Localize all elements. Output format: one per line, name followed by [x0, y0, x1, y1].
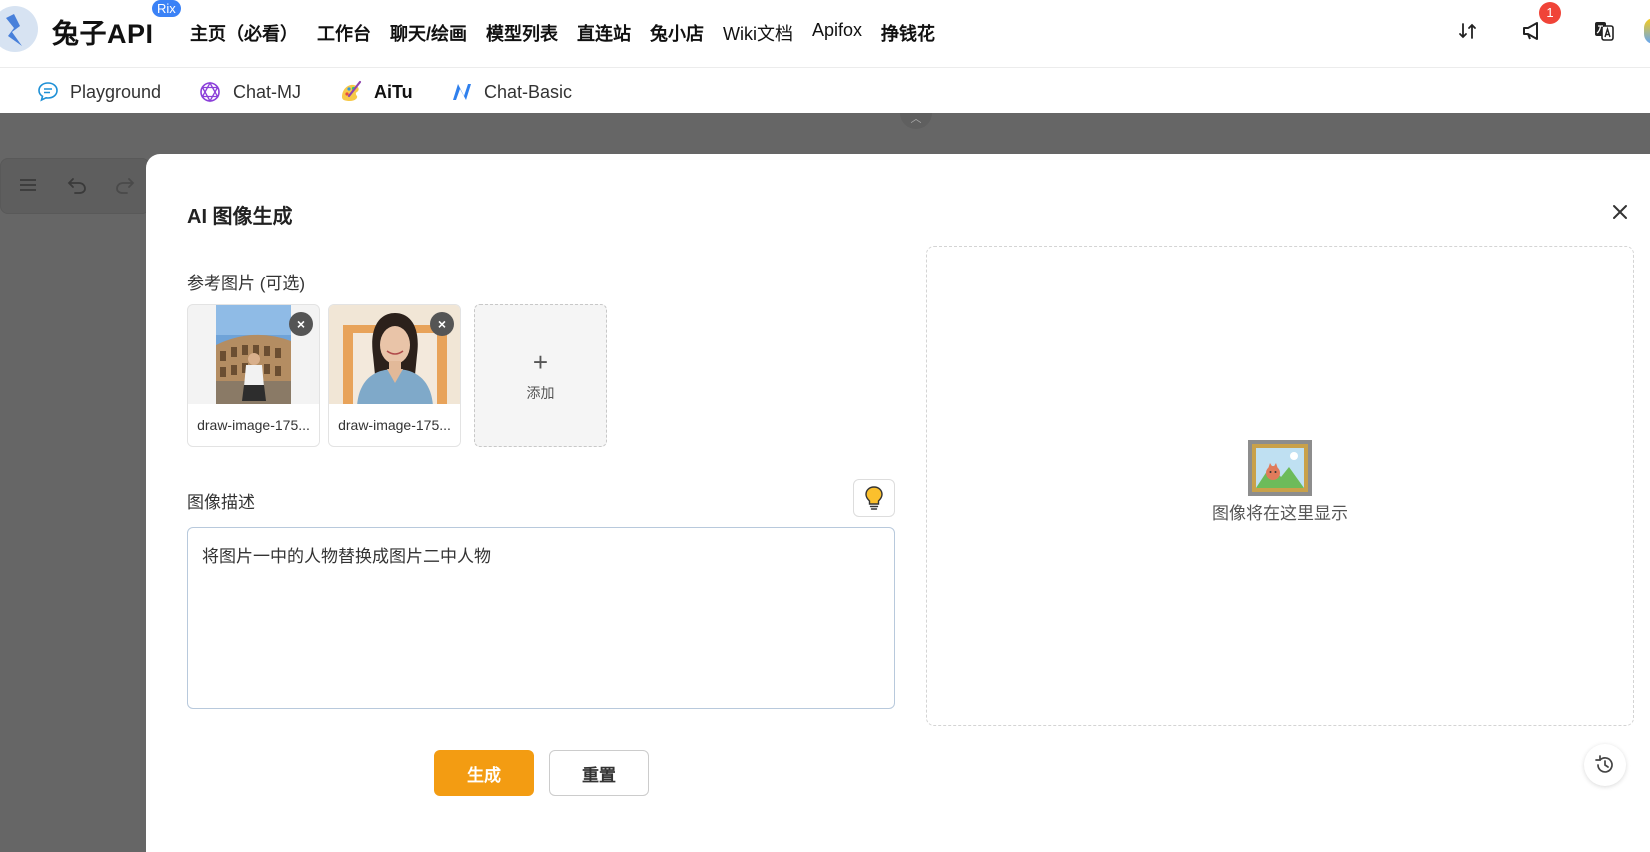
nav-model-list[interactable]: 模型列表 — [486, 20, 558, 46]
nav-home[interactable]: 主页（必看） — [190, 20, 298, 46]
nav-workbench[interactable]: 工作台 — [317, 20, 371, 46]
tab-chat-mj-label: Chat-MJ — [233, 81, 302, 102]
nav-apifox[interactable]: Apifox — [812, 20, 862, 46]
tab-aitu[interactable]: AiTu — [332, 74, 419, 116]
remove-reference-1-button[interactable]: × — [289, 312, 313, 336]
close-icon[interactable] — [1606, 198, 1634, 226]
colosseum-photo — [216, 305, 291, 406]
main-nav: 主页（必看） 工作台 聊天/绘画 模型列表 直连站 兔小店 Wiki文档 Api… — [190, 20, 954, 46]
remove-reference-2-button[interactable]: × — [430, 312, 454, 336]
notification-badge: 1 — [1539, 2, 1561, 24]
canvas-toolbar — [0, 158, 150, 214]
tab-chat-mj[interactable]: Chat-MJ — [197, 74, 301, 110]
prompt-tips-button[interactable] — [853, 479, 895, 517]
plus-icon: + — [532, 346, 549, 377]
history-icon[interactable] — [1584, 744, 1626, 786]
add-label: 添加 — [526, 384, 555, 401]
picture-frame-icon — [1247, 439, 1313, 497]
paint-palette-icon — [342, 80, 362, 101]
nav-earn[interactable]: 挣钱花 — [881, 20, 935, 46]
redo-icon[interactable] — [113, 173, 141, 201]
reset-button[interactable]: 重置 — [549, 750, 649, 796]
reference-1-caption: draw-image-175... — [188, 404, 319, 446]
brand-badge: Rix — [152, 0, 181, 17]
tab-playground-label: Playground — [70, 81, 162, 102]
reference-2-caption: draw-image-175... — [329, 404, 460, 446]
undo-icon[interactable] — [65, 173, 93, 201]
nav-wiki[interactable]: Wiki文档 — [723, 20, 793, 46]
lightbulb-icon — [865, 486, 883, 510]
image-preview-area: 图像将在这里显示 — [926, 246, 1634, 726]
prompt-input[interactable]: 将图片一中的人物替换成图片二中人物 — [187, 527, 895, 709]
translate-icon[interactable] — [1589, 16, 1619, 46]
rabbit-logo-icon[interactable] — [0, 6, 38, 52]
n-logo-icon — [453, 84, 471, 100]
app-tabs: Playground Chat-MJ AiTu Chat-Basic — [0, 68, 1650, 116]
nav-shop[interactable]: 兔小店 — [650, 20, 704, 46]
reference-image-2[interactable]: × draw-image-175... — [328, 304, 461, 447]
add-reference-button[interactable]: + 添加 — [474, 304, 607, 447]
nav-direct-site[interactable]: 直连站 — [577, 20, 631, 46]
generate-button[interactable]: 生成 — [434, 750, 534, 796]
tab-chat-basic-label: Chat-Basic — [484, 81, 573, 102]
menu-icon[interactable] — [16, 173, 44, 201]
description-label: 图像描述 — [187, 493, 255, 512]
reference-image-1[interactable]: × draw-image-175... — [187, 304, 320, 447]
modal-title: AI 图像生成 — [187, 206, 293, 228]
tab-playground[interactable]: Playground — [36, 74, 161, 110]
ai-image-modal: AI 图像生成 参考图片 (可选) × draw-image-175... × … — [146, 154, 1650, 852]
brand-name[interactable]: 兔子API — [52, 12, 154, 51]
swap-icon[interactable] — [1453, 16, 1483, 46]
chat-bubble-icon — [38, 82, 58, 102]
user-avatar[interactable] — [1644, 18, 1650, 44]
preview-placeholder: 图像将在这里显示 — [1212, 504, 1348, 523]
openai-icon — [200, 81, 220, 103]
tab-chat-basic[interactable]: Chat-Basic — [450, 74, 572, 110]
top-navbar: 兔子API Rix 主页（必看） 工作台 聊天/绘画 模型列表 直连站 兔小店 … — [0, 0, 1650, 68]
reference-label: 参考图片 (可选) — [187, 274, 306, 293]
nav-chat-draw[interactable]: 聊天/绘画 — [390, 20, 467, 46]
tab-aitu-label: AiTu — [374, 81, 413, 102]
